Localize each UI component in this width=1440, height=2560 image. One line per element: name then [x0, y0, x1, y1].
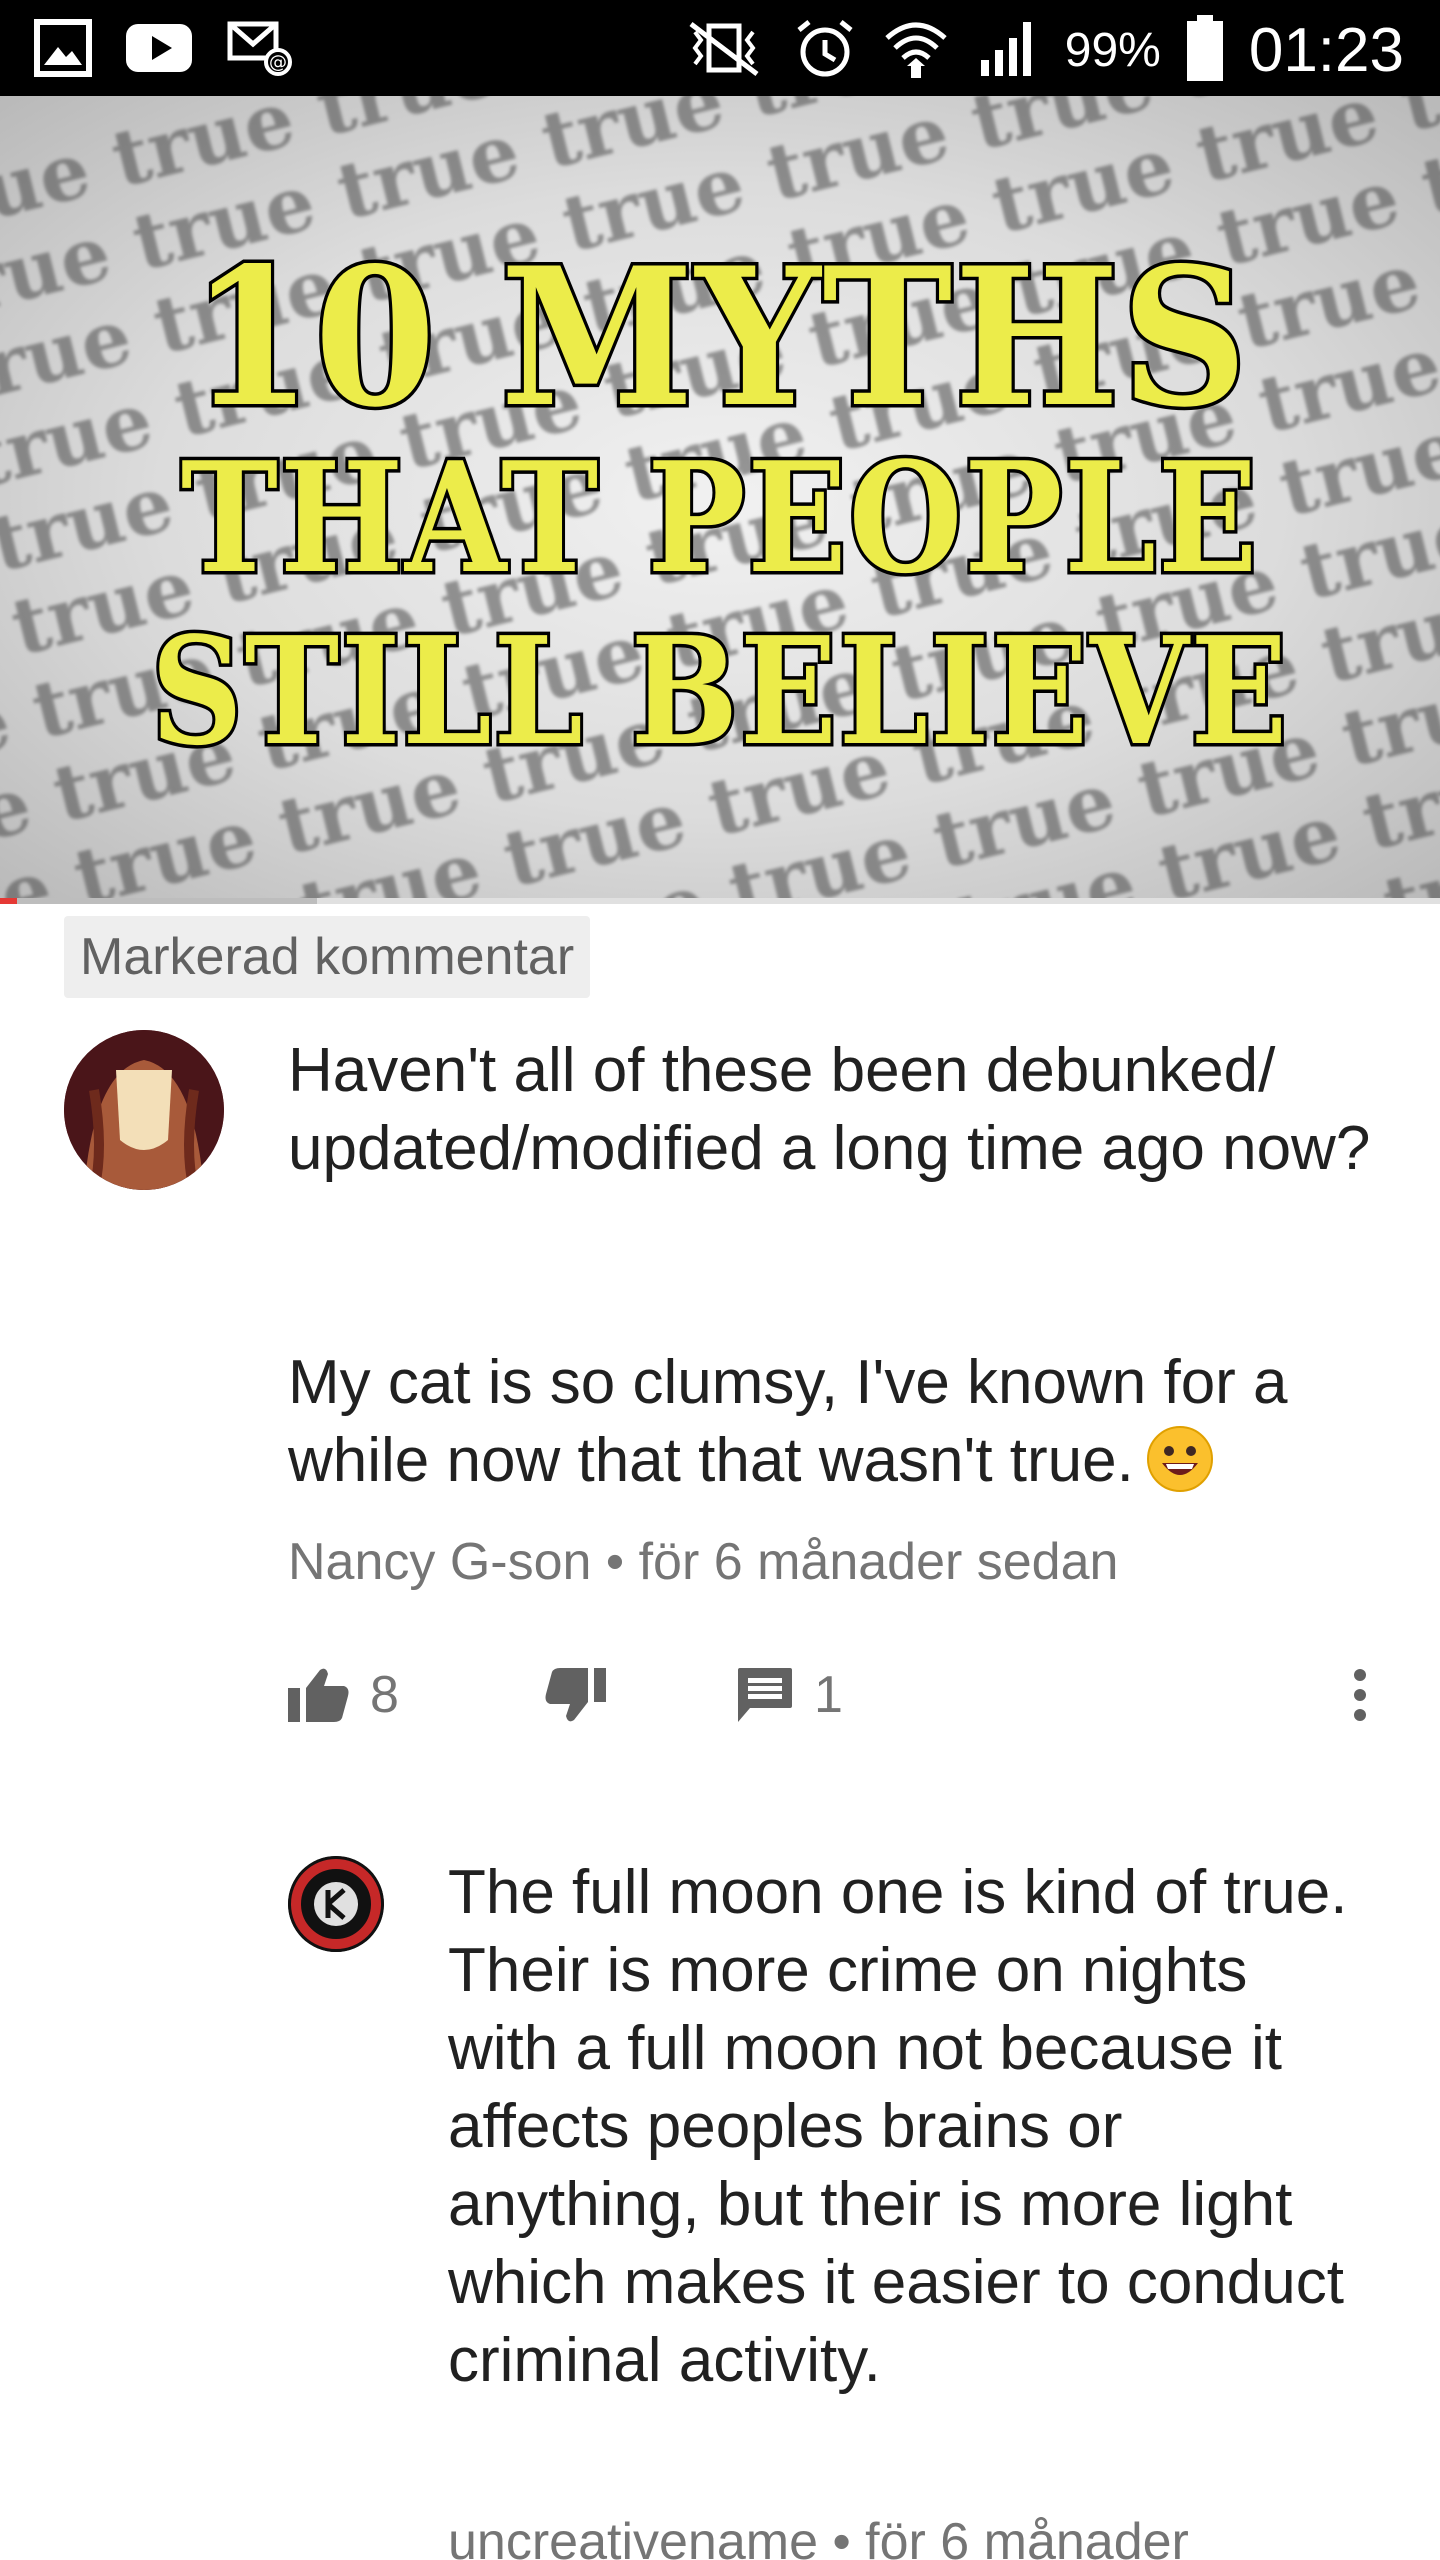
avatar[interactable]: [64, 1030, 224, 1190]
meta-separator: •: [605, 1533, 625, 1591]
comment-text-paragraph2: My cat is so clumsy, I've known for a wh…: [288, 1348, 1288, 1495]
wifi-icon: [883, 16, 949, 85]
gallery-icon: [34, 19, 92, 82]
more-vertical-icon: [1354, 1669, 1366, 1721]
comment-actions: 8 1: [288, 1650, 1408, 1740]
thumbnail-title-line3: STILL BELIEVE: [148, 601, 1291, 782]
reply-text: The full moon one is kind of true. Their…: [448, 1858, 1348, 2395]
battery-percent: 99%: [1064, 23, 1161, 77]
reply-author[interactable]: uncreativename: [448, 2513, 818, 2560]
like-button[interactable]: 8: [288, 1650, 399, 1740]
status-bar: @ 99% 01:23: [0, 0, 1440, 96]
highlighted-comment-label: Markerad kommentar: [64, 916, 591, 998]
video-buffer-bar: [0, 898, 317, 904]
comment-meta: Nancy G-son • för 6 månader sedan: [288, 1532, 1118, 1592]
thumbnail-title-line2: THAT PEOPLE: [178, 425, 1261, 611]
like-count: 8: [370, 1666, 399, 1724]
video-player[interactable]: true true true true true true true true …: [0, 96, 1440, 904]
comment-time: för 6 månader sedan: [638, 1533, 1119, 1591]
thumbnail-title-line1: 10 MYTHS: [187, 223, 1250, 453]
comment-text: Haven't all of these been debunked/ upda…: [288, 1036, 1371, 1183]
thumbs-down-icon: [545, 1668, 606, 1722]
comment-icon: [738, 1668, 792, 1722]
meta-separator: •: [832, 2513, 851, 2560]
reply-button[interactable]: 1: [736, 1650, 843, 1740]
dislike-button[interactable]: [544, 1650, 606, 1740]
comment-author[interactable]: Nancy G-son: [288, 1533, 591, 1591]
reply-time: för 6 månader: [865, 2513, 1189, 2560]
mute-vibrate-icon: [681, 18, 767, 83]
reply-count: 1: [814, 1666, 843, 1724]
signal-icon: [975, 16, 1039, 85]
video-progress-fill: [0, 898, 18, 904]
svg-text:@: @: [269, 52, 287, 73]
more-options-button[interactable]: [1352, 1650, 1368, 1740]
alarm-icon: [793, 16, 857, 85]
reply-meta: uncreativename • för 6 månader: [448, 2512, 1189, 2560]
battery-icon: [1186, 14, 1223, 86]
thumbs-up-icon: [288, 1668, 349, 1722]
email-at-icon: @: [226, 18, 296, 83]
video-progress-bar[interactable]: [0, 898, 1440, 904]
clock: 01:23: [1248, 15, 1404, 85]
grinning-face-icon: [1146, 1425, 1214, 1493]
comment-text-continued: My cat is so clumsy, I've known for a wh…: [288, 1344, 1408, 1500]
youtube-icon: [126, 24, 192, 77]
reply-avatar[interactable]: [288, 1856, 384, 1952]
